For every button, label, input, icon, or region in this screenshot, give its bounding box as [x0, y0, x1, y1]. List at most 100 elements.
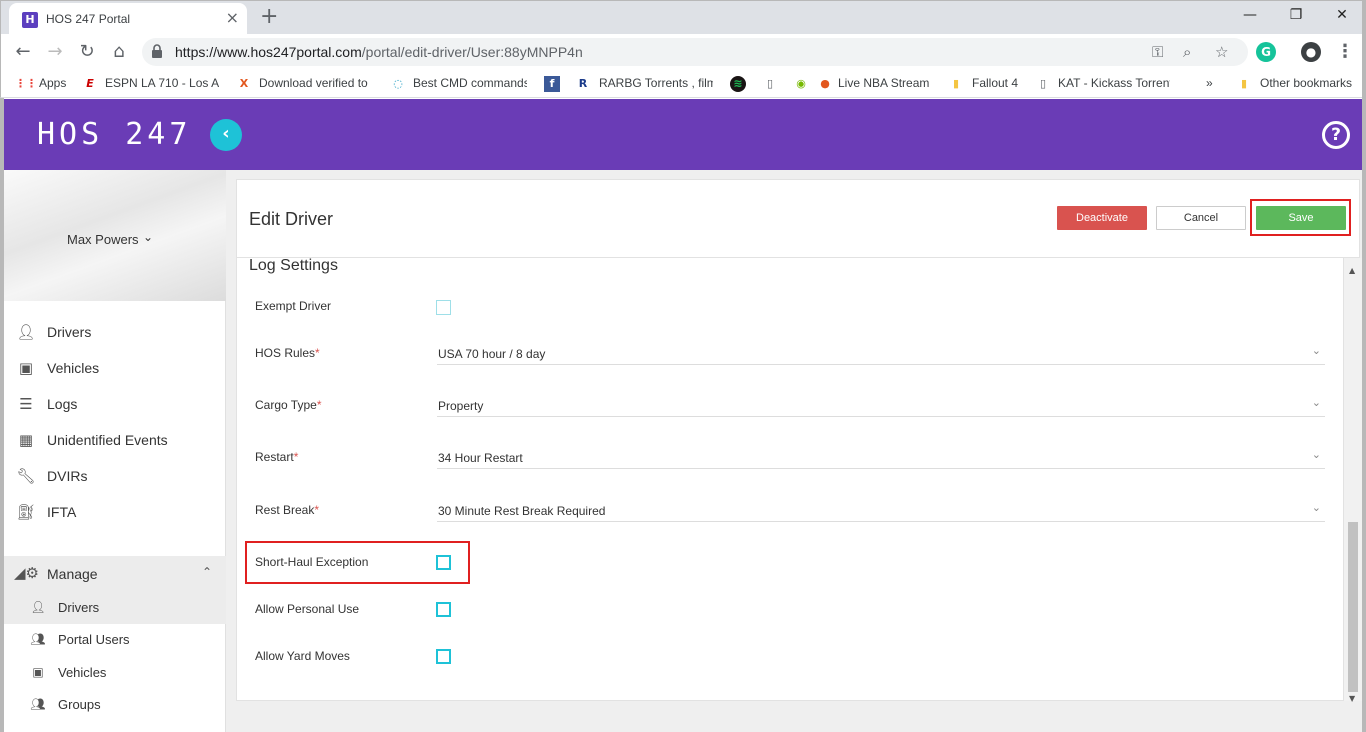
sidebar-subitem-portal-users[interactable]: 👥︎ Portal Users — [4, 624, 226, 656]
tab-close-icon[interactable]: × — [226, 8, 239, 27]
manage-gear-icon: ◢⚙ — [14, 564, 39, 582]
required-marker: * — [314, 503, 320, 517]
espn-icon: E — [86, 77, 94, 90]
reload-icon[interactable]: ↻ — [75, 40, 99, 64]
star-icon[interactable]: ☆ — [1215, 43, 1228, 61]
personal-use-checkbox[interactable] — [436, 602, 451, 617]
browser-tab[interactable]: H HOS 247 Portal × — [9, 3, 247, 35]
scroll-down-icon[interactable]: ▼ — [1349, 694, 1355, 703]
bus-icon: ▣ — [32, 665, 44, 679]
deactivate-button[interactable]: Deactivate — [1057, 206, 1147, 230]
cargo-type-label-text: Cargo Type — [255, 398, 317, 412]
cancel-button[interactable]: Cancel — [1156, 206, 1246, 230]
restart-select[interactable]: 34 Hour Restart ⌄ — [437, 447, 1325, 469]
chevron-down-icon[interactable]: ⌄ — [143, 230, 153, 244]
sidebar-item-label: Drivers — [47, 324, 92, 340]
bus-icon: ▣ — [18, 359, 34, 377]
cargo-type-value: Property — [438, 399, 484, 413]
bookmark-espn[interactable]: ESPN LA 710 - Los Ar — [105, 76, 219, 92]
spotify-icon[interactable]: ≋ — [730, 76, 746, 92]
required-marker: * — [316, 398, 322, 412]
profile-name[interactable]: Max Powers — [67, 232, 139, 247]
wrench-icon: 🔧︎ — [16, 467, 36, 485]
content-scrollbar[interactable]: ▲ ▼ — [1344, 258, 1362, 703]
cmd-icon: ◌ — [393, 77, 403, 90]
sidebar-subitem-vehicles[interactable]: ▣ Vehicles — [4, 657, 226, 689]
page-icon[interactable]: ▯ — [762, 76, 778, 92]
back-arrow-icon[interactable]: ← — [11, 40, 35, 64]
folder-icon: ▮ — [952, 77, 960, 90]
sidebar-item-logs[interactable]: ☰ Logs — [4, 386, 226, 422]
menu-kebab-icon[interactable]: ⋮ — [1333, 40, 1357, 64]
bookmark-kat[interactable]: KAT - Kickass Torrent — [1058, 76, 1170, 92]
cargo-type-select[interactable]: Property ⌄ — [437, 395, 1325, 417]
sidebar-item-ifta[interactable]: ⛽︎ IFTA — [4, 494, 226, 530]
collapse-sidebar-icon[interactable]: ‹ — [210, 119, 242, 151]
nvidia-icon[interactable]: ◉ — [793, 76, 809, 92]
new-tab-icon[interactable]: + — [260, 4, 278, 29]
close-window-icon[interactable]: ✕ — [1319, 1, 1365, 31]
bookmark-apps[interactable]: Apps — [39, 76, 66, 92]
bookmark-rarbg[interactable]: RARBG Torrents , film — [599, 76, 713, 92]
profile-avatar-icon[interactable]: ● — [1301, 42, 1321, 62]
sidebar-item-label: Vehicles — [47, 360, 100, 376]
save-highlight-box — [1250, 199, 1351, 236]
hos-rules-select[interactable]: USA 70 hour / 8 day ⌄ — [437, 343, 1325, 365]
url-host: https://www.hos247portal.com — [175, 44, 362, 60]
scroll-thumb[interactable] — [1348, 522, 1358, 692]
minimize-icon[interactable]: — — [1227, 1, 1273, 31]
exempt-driver-checkbox[interactable] — [436, 300, 451, 315]
home-icon[interactable]: ⌂ — [107, 40, 131, 64]
facebook-icon[interactable]: f — [544, 76, 560, 92]
fuel-icon: ⛽︎ — [16, 503, 36, 521]
sidebar-subitem-label: Groups — [58, 697, 101, 712]
scroll-up-icon[interactable]: ▲ — [1349, 266, 1355, 275]
sidebar-item-label: Unidentified Events — [47, 432, 168, 448]
yard-moves-checkbox[interactable] — [436, 649, 451, 664]
personal-use-label: Allow Personal Use — [255, 602, 360, 616]
restart-value: 34 Hour Restart — [438, 451, 523, 465]
chevron-down-icon: ⌄ — [1311, 344, 1321, 357]
bookmark-fallout[interactable]: Fallout 4 — [972, 76, 1018, 92]
grammarly-icon[interactable]: G — [1256, 42, 1276, 62]
zoom-icon[interactable]: ⌕ — [1183, 43, 1191, 61]
bookmarks-overflow-icon[interactable]: » — [1206, 76, 1213, 92]
people-icon: 👥︎ — [30, 632, 46, 646]
bookmark-download[interactable]: Download verified to — [259, 76, 373, 92]
group-icon: 👥︎ — [30, 697, 46, 711]
chevron-down-icon: ⌄ — [1311, 448, 1321, 461]
sidebar-item-dvirs[interactable]: 🔧︎ DVIRs — [4, 458, 226, 494]
cargo-type-label: Cargo Type* — [255, 398, 322, 412]
rest-break-select[interactable]: 30 Minute Rest Break Required ⌄ — [437, 500, 1325, 522]
profile-panel: Max Powers ⌄ — [4, 170, 226, 301]
url-text: https://www.hos247portal.com/portal/edit… — [175, 44, 583, 60]
person-icon: 👤︎ — [30, 600, 46, 614]
chevron-up-icon[interactable]: ⌃ — [202, 565, 212, 579]
sidebar-subitem-drivers[interactable]: 👤︎ Drivers — [4, 592, 226, 624]
hos247-logo[interactable]: HOS 247 — [37, 117, 191, 152]
bookmark-cmd[interactable]: Best CMD commands — [413, 76, 527, 92]
address-bar[interactable]: https://www.hos247portal.com/portal/edit… — [142, 38, 1248, 66]
forward-arrow-icon[interactable]: → — [43, 40, 67, 64]
sidebar-subitem-label: Portal Users — [58, 632, 130, 647]
sidebar-item-drivers[interactable]: 👤︎ Drivers — [4, 314, 226, 350]
restore-icon[interactable]: ❐ — [1273, 1, 1319, 31]
yard-moves-label: Allow Yard Moves — [255, 649, 350, 663]
bookmark-other[interactable]: Other bookmarks — [1260, 76, 1352, 92]
x-icon: X — [239, 77, 249, 90]
sidebar-manage-group[interactable]: ◢⚙ Manage ⌃ — [4, 556, 226, 592]
hos-rules-value: USA 70 hour / 8 day — [438, 347, 546, 361]
key-icon[interactable]: ⚿ — [1152, 43, 1163, 61]
sidebar-item-vehicles[interactable]: ▣ Vehicles — [4, 350, 226, 386]
sidebar-subitem-groups[interactable]: 👥︎ Groups — [4, 689, 226, 721]
rarbg-icon: R — [578, 77, 588, 90]
page-icon: ▯ — [1039, 77, 1047, 90]
exempt-driver-label: Exempt Driver — [255, 299, 332, 313]
bookmark-nba[interactable]: Live NBA Stream — [838, 76, 930, 92]
browser-tabstrip: H HOS 247 Portal × + — ❐ ✕ — [0, 0, 1366, 35]
hos-favicon-icon: H — [22, 12, 38, 28]
sidebar-item-label: IFTA — [47, 504, 77, 520]
sidebar-subitem-label: Vehicles — [58, 665, 107, 680]
help-icon[interactable]: ? — [1322, 121, 1350, 149]
sidebar-item-unidentified-events[interactable]: ▦ Unidentified Events — [4, 422, 226, 458]
